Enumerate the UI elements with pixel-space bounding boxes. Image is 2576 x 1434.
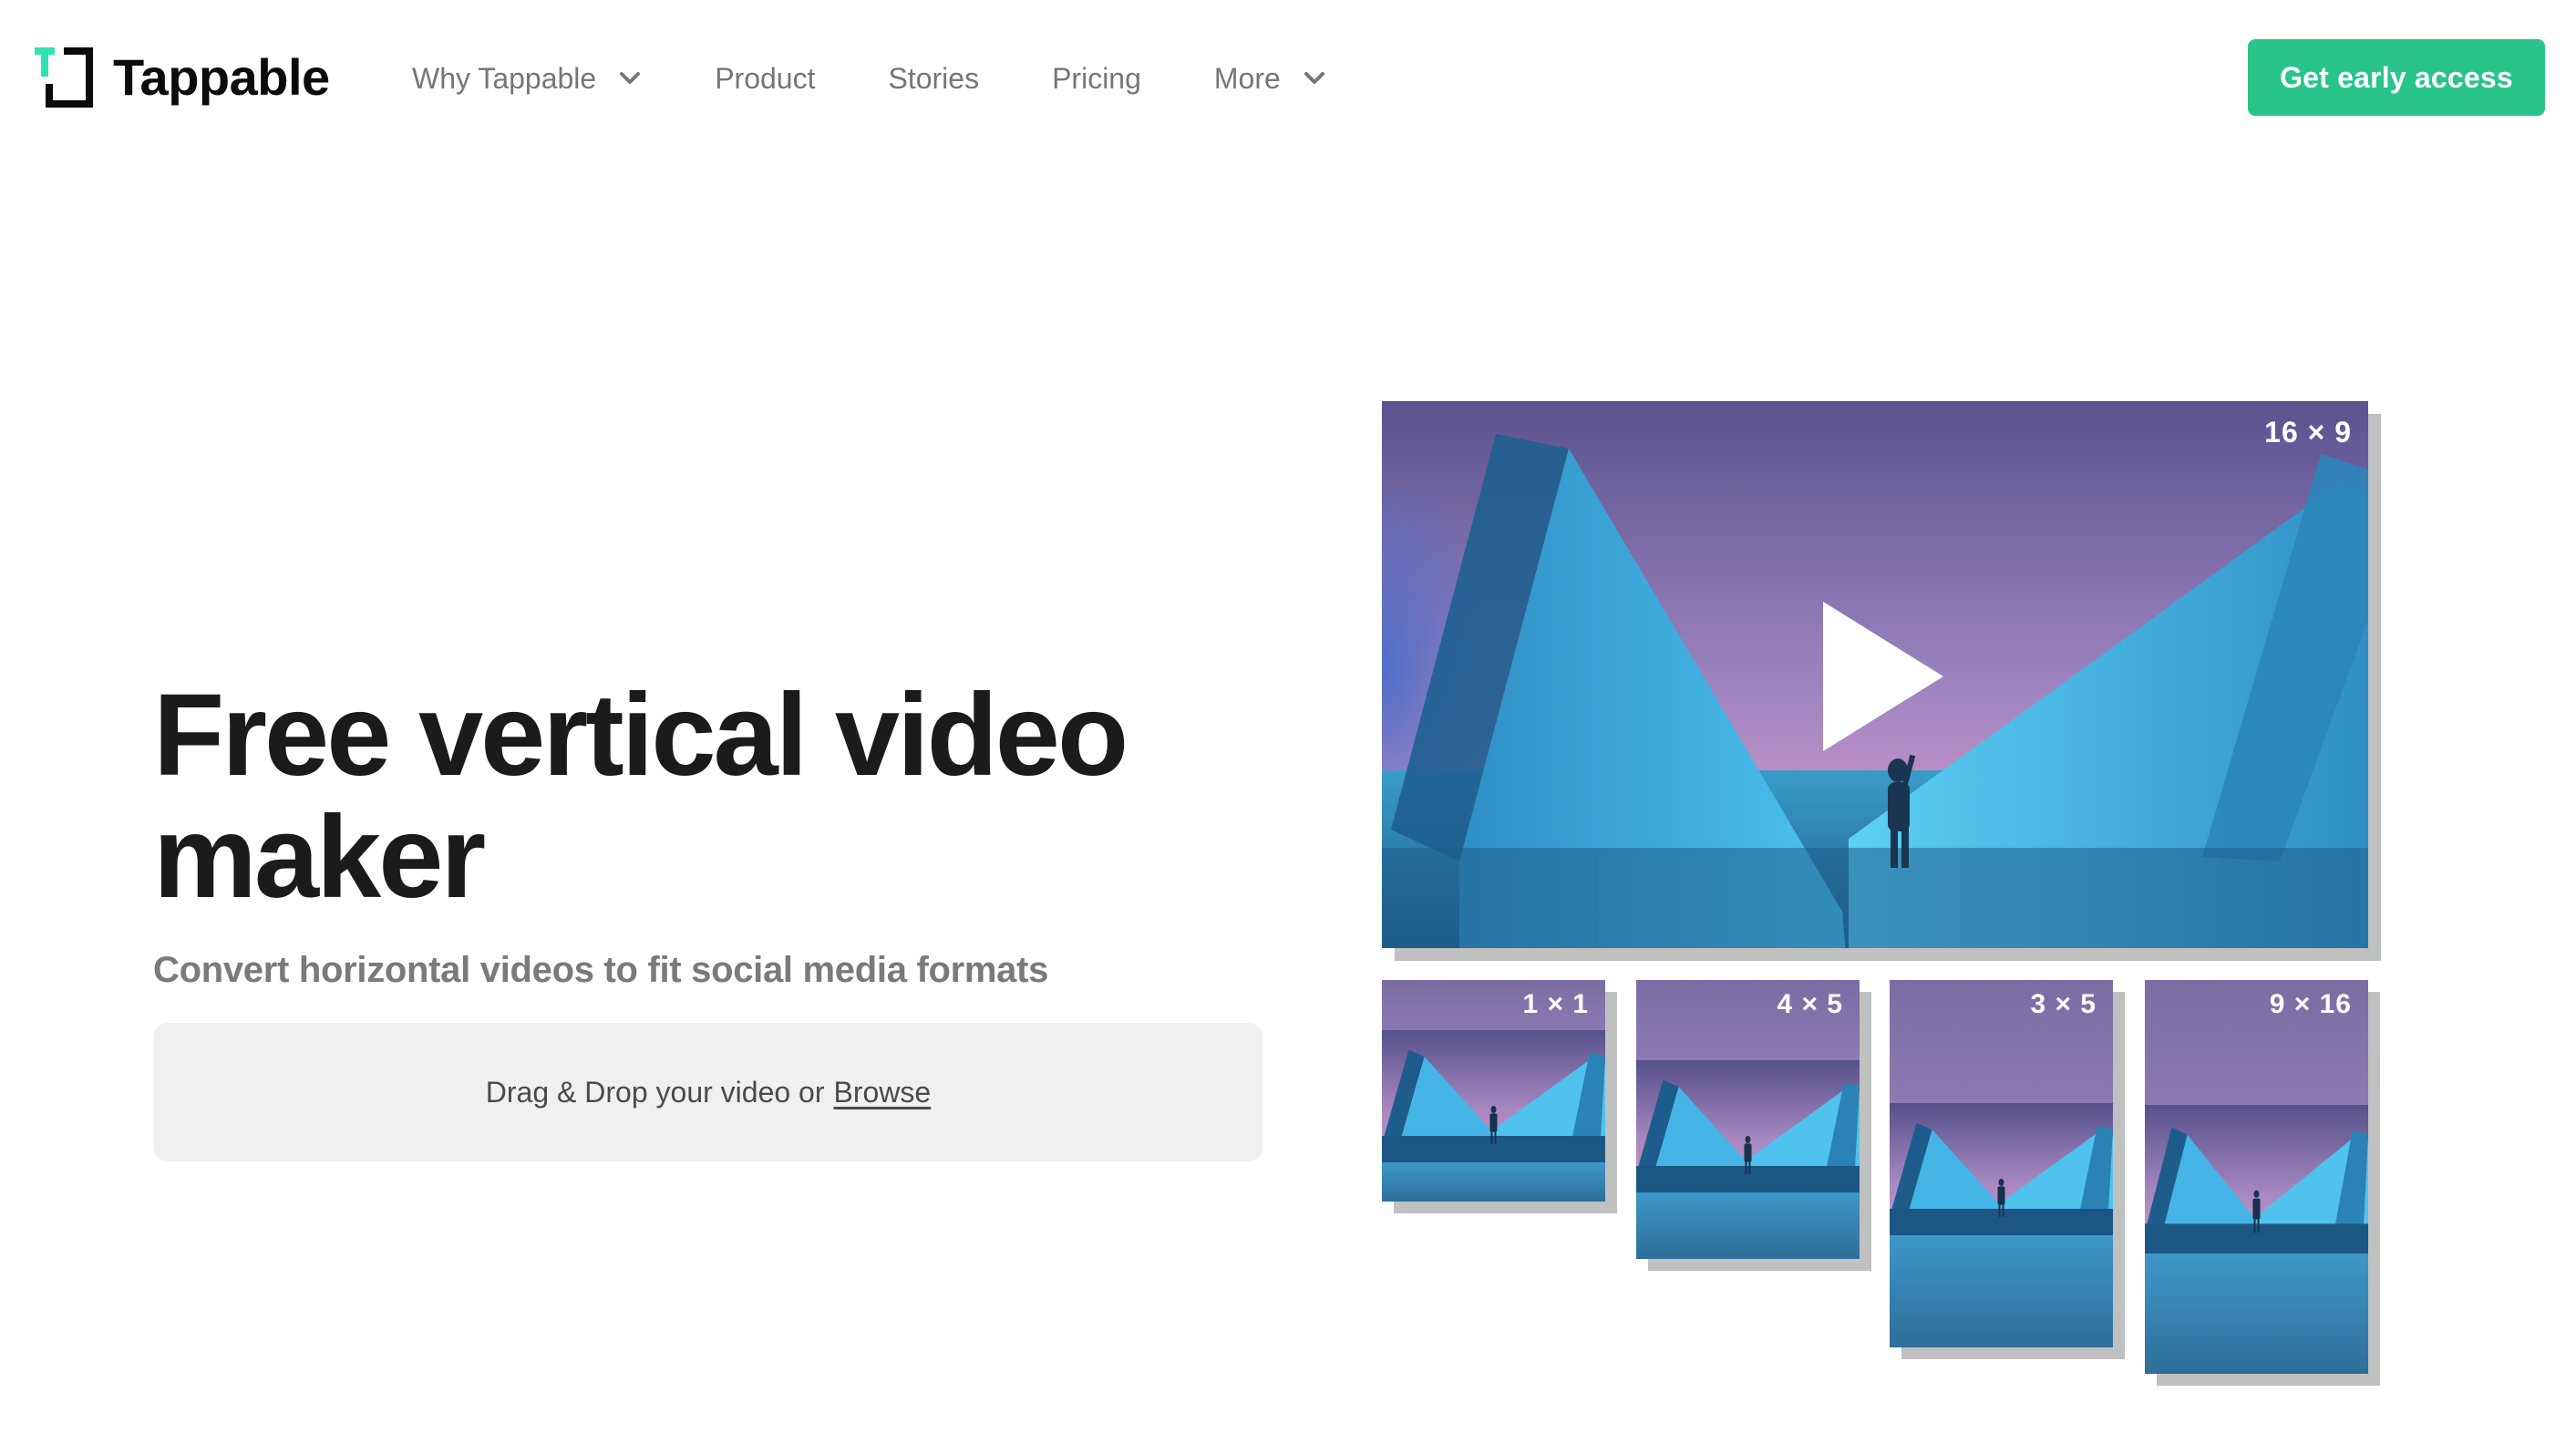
dropzone-text: Drag & Drop your video or	[485, 1075, 825, 1109]
nav-item-why-tappable[interactable]: Why Tappable	[412, 62, 642, 96]
nav-item-more[interactable]: More	[1214, 62, 1326, 96]
title-line-2: maker	[153, 792, 486, 923]
video-dropzone[interactable]: Drag & Drop your video or Browse	[154, 1023, 1262, 1161]
browse-link[interactable]: Browse	[834, 1076, 932, 1109]
nav-label: More	[1213, 61, 1281, 95]
nav-item-pricing[interactable]: Pricing	[1052, 62, 1141, 96]
brand-logo[interactable]: Tappable	[35, 47, 330, 108]
ratio-label: 4 × 5	[1777, 989, 1843, 1019]
get-early-access-button[interactable]: Get early access	[2248, 39, 2545, 116]
title-line-1: Free vertical video	[153, 670, 1128, 800]
page-subtitle: Convert horizontal videos to fit social …	[153, 950, 1049, 990]
nav-item-stories[interactable]: Stories	[888, 62, 979, 96]
chevron-down-icon	[1303, 69, 1326, 88]
nav-label: Why Tappable	[412, 61, 597, 95]
ratio-label: 9 × 16	[2269, 989, 2352, 1019]
page-title: Free vertical video maker	[153, 675, 1247, 919]
ratio-label: 16 × 9	[2264, 416, 2352, 449]
format-thumbnail[interactable]: 9 × 16	[2145, 980, 2368, 1374]
thumbnail-scene	[2145, 980, 2368, 1374]
nav-item-product[interactable]: Product	[715, 62, 815, 96]
thumbnail-scene	[1636, 980, 1860, 1259]
format-thumbnail[interactable]: 4 × 5	[1636, 980, 1860, 1259]
ratio-label: 1 × 1	[1522, 989, 1589, 1019]
chevron-down-icon	[618, 69, 642, 88]
thumbnail-scene	[1890, 980, 2113, 1347]
nav-label: Pricing	[1052, 61, 1141, 95]
tappable-logo-icon	[35, 47, 95, 108]
brand-name: Tappable	[113, 48, 330, 106]
format-thumbnail[interactable]: 1 × 1	[1382, 980, 1605, 1202]
main-nav: Why Tappable Product Stories Pricing Mor…	[412, 57, 1399, 100]
ratio-label: 3 × 5	[2030, 989, 2097, 1019]
play-icon[interactable]	[1823, 602, 1943, 751]
nav-label: Product	[715, 61, 816, 95]
nav-label: Stories	[888, 61, 980, 95]
format-thumbnail[interactable]: 3 × 5	[1890, 980, 2113, 1347]
